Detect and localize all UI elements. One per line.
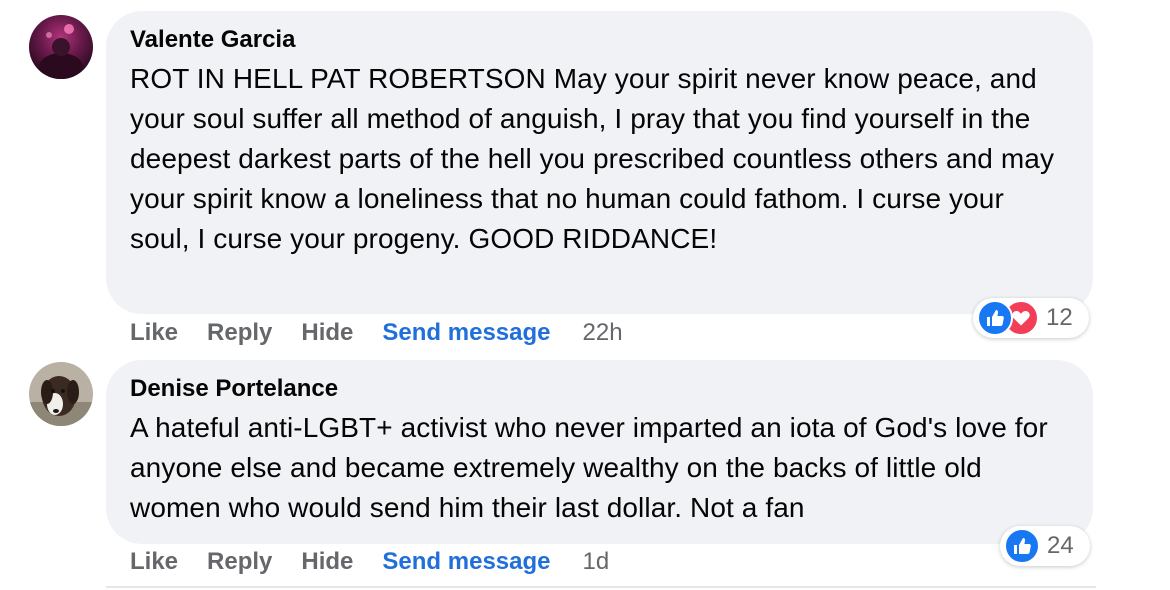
comment-bubble: Valente Garcia ROT IN HELL PAT ROBERTSON…	[106, 11, 1093, 314]
reply-button[interactable]: Reply	[207, 547, 272, 577]
like-button[interactable]: Like	[130, 318, 178, 348]
comment-actions: Like Reply Hide Send message 1d	[130, 547, 609, 577]
timestamp[interactable]: 22h	[583, 318, 623, 348]
send-message-button[interactable]: Send message	[382, 318, 550, 348]
comment-bubble: Denise Portelance A hateful anti-LGBT+ a…	[106, 360, 1093, 544]
send-message-button[interactable]: Send message	[382, 547, 550, 577]
reaction-count: 24	[1047, 532, 1074, 559]
reaction-count: 12	[1046, 304, 1073, 331]
like-button[interactable]: Like	[130, 547, 178, 577]
comment-actions: Like Reply Hide Send message 22h	[130, 318, 623, 348]
avatar[interactable]	[29, 15, 93, 79]
comment-author[interactable]: Valente Garcia	[130, 25, 1067, 55]
hide-button[interactable]: Hide	[301, 318, 353, 348]
comment-text: A hateful anti-LGBT+ activist who never …	[130, 412, 1048, 523]
reactions-summary[interactable]: 12	[973, 298, 1089, 338]
avatar[interactable]	[29, 362, 93, 426]
hide-button[interactable]: Hide	[301, 547, 353, 577]
comment-text: ROT IN HELL PAT ROBERTSON May your spiri…	[130, 63, 1055, 254]
timestamp[interactable]: 1d	[583, 547, 610, 577]
next-comment-edge	[106, 586, 1096, 588]
like-icon	[1004, 528, 1040, 564]
comment-author[interactable]: Denise Portelance	[130, 374, 1067, 404]
reactions-summary[interactable]: 24	[1000, 526, 1090, 566]
reply-button[interactable]: Reply	[207, 318, 272, 348]
like-icon	[977, 300, 1013, 336]
